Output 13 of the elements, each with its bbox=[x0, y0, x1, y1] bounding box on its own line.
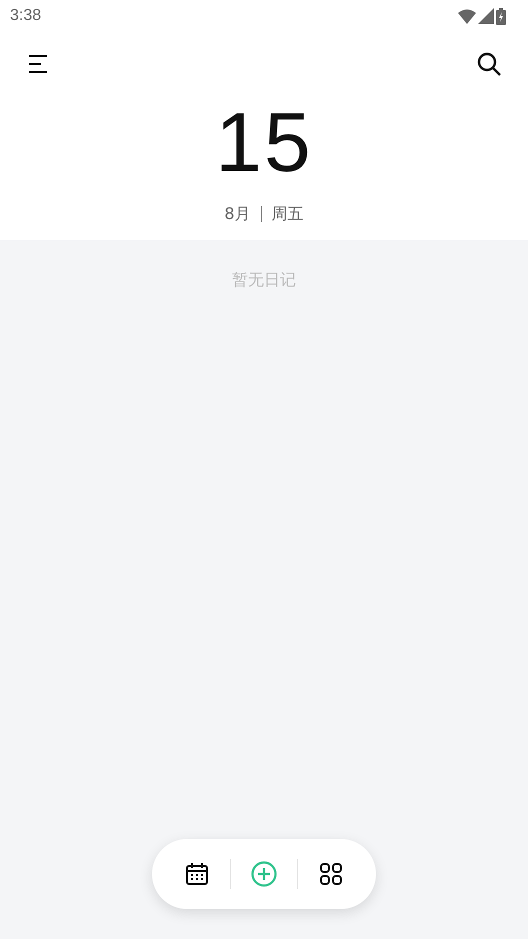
battery-icon bbox=[496, 8, 506, 24]
empty-message: 暂无日记 bbox=[232, 269, 296, 291]
calendar-icon bbox=[184, 862, 209, 886]
weekday-text: 周五 bbox=[272, 203, 304, 225]
menu-icon bbox=[28, 54, 48, 74]
day-number: 15 bbox=[215, 96, 313, 188]
month-text: 8月 bbox=[224, 203, 251, 225]
plus-circle-icon bbox=[250, 861, 277, 887]
wifi-icon bbox=[458, 8, 476, 24]
grid-icon bbox=[320, 863, 342, 885]
status-time: 3:38 bbox=[10, 6, 42, 26]
search-icon bbox=[477, 52, 501, 76]
signal-icon bbox=[478, 8, 494, 24]
